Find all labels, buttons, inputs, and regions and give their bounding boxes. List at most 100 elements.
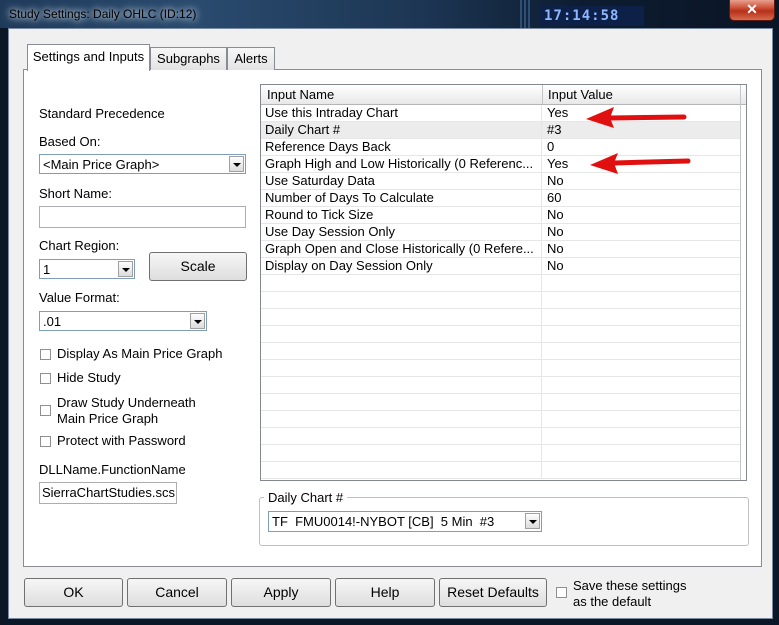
table-row <box>261 411 741 428</box>
hide-study-checkbox[interactable] <box>40 373 51 384</box>
dll-function-input[interactable]: SierraChartStudies.scs <box>39 482 177 504</box>
input-name-cell: Use this Intraday Chart <box>265 105 398 120</box>
annotation-arrow <box>590 153 691 174</box>
input-value-cell[interactable]: No <box>547 207 564 223</box>
table-row[interactable]: Graph Open and Close Historically (0 Ref… <box>261 241 741 258</box>
chevron-down-icon[interactable] <box>118 261 133 277</box>
input-name-cell: Display on Day Session Only <box>265 258 433 273</box>
table-row[interactable]: Round to Tick Size No <box>261 207 741 224</box>
daily-chart-select[interactable]: TF FMU0014!-NYBOT [CB] 5 Min #3 <box>268 511 542 532</box>
draw-study-underneath-checkbox[interactable] <box>40 405 51 416</box>
table-row[interactable]: Number of Days To Calculate 60 <box>261 190 741 207</box>
value-format-select[interactable]: .01 <box>39 311 207 331</box>
input-name-header[interactable]: Input Name <box>267 87 334 102</box>
cancel-button[interactable]: Cancel <box>127 578 227 607</box>
based-on-value: <Main Price Graph> <box>43 157 160 172</box>
table-row <box>261 428 741 445</box>
background-chart-stripes <box>520 0 532 28</box>
daily-chart-value: TF FMU0014!-NYBOT [CB] 5 Min #3 <box>272 514 495 529</box>
input-value-header[interactable]: Input Value <box>548 87 613 102</box>
arrow-shaft <box>607 114 687 121</box>
input-name-cell: Graph Open and Close Historically (0 Ref… <box>265 241 534 256</box>
cell-divider <box>541 394 542 411</box>
table-row <box>261 326 741 343</box>
inputs-grid[interactable]: Input Name Input Value Use this Intraday… <box>260 84 747 481</box>
based-on-select[interactable]: <Main Price Graph> <box>39 154 246 174</box>
cell-divider <box>541 173 542 190</box>
header-divider <box>740 85 741 104</box>
tab-alerts[interactable]: Alerts <box>227 47 275 70</box>
draw-study-underneath-label-line2: Main Price Graph <box>57 411 159 426</box>
cell-divider <box>541 105 542 122</box>
cell-divider <box>541 377 542 394</box>
cell-divider <box>541 360 542 377</box>
table-row <box>261 394 741 411</box>
window-title: Study Settings: Daily OHLC (ID:12) <box>9 7 197 21</box>
cell-divider <box>541 207 542 224</box>
arrow-head <box>586 107 614 128</box>
reset-defaults-button[interactable]: Reset Defaults <box>439 578 547 607</box>
chart-region-value: 1 <box>43 262 51 277</box>
draw-study-underneath-label: Draw Study Underneath <box>57 395 196 410</box>
tab-subgraphs[interactable]: Subgraphs <box>150 47 227 70</box>
display-as-main-price-graph-checkbox[interactable] <box>40 349 51 360</box>
cell-divider <box>541 428 542 445</box>
cell-divider <box>541 292 542 309</box>
cell-divider <box>541 343 542 360</box>
table-row <box>261 275 741 292</box>
short-name-input[interactable] <box>39 206 246 228</box>
input-value-cell[interactable]: 0 <box>547 139 554 155</box>
chevron-down-icon[interactable] <box>525 513 540 529</box>
input-value-cell[interactable]: #3 <box>547 122 561 138</box>
cell-divider <box>541 275 542 292</box>
cell-divider <box>541 258 542 275</box>
cell-divider <box>541 241 542 258</box>
chart-region-select[interactable]: 1 <box>39 259 135 279</box>
protect-with-password-checkbox[interactable] <box>40 436 51 447</box>
close-icon[interactable]: ✕ <box>746 1 758 17</box>
short-name-label: Short Name: <box>39 186 112 201</box>
input-value-cell[interactable]: No <box>547 258 564 274</box>
arrow-head <box>590 153 618 174</box>
help-button[interactable]: Help <box>335 578 435 607</box>
cell-divider <box>541 411 542 428</box>
input-name-cell: Graph High and Low Historically (0 Refer… <box>265 156 534 171</box>
table-row <box>261 343 741 360</box>
table-row <box>261 377 741 394</box>
apply-button[interactable]: Apply <box>231 578 331 607</box>
input-name-cell: Number of Days To Calculate <box>265 190 434 205</box>
table-row[interactable]: Use Day Session Only No <box>261 224 741 241</box>
cell-divider <box>541 122 542 139</box>
input-name-cell: Daily Chart # <box>265 122 341 137</box>
background-clock: 17:14:58 <box>540 6 644 26</box>
annotation-arrow <box>586 107 687 128</box>
input-value-cell[interactable]: 60 <box>547 190 561 206</box>
input-name-cell: Reference Days Back <box>265 139 391 154</box>
cell-divider <box>541 156 542 173</box>
value-format-label: Value Format: <box>39 290 120 305</box>
save-as-default-label-line2: as the default <box>573 594 652 609</box>
input-value-cell[interactable]: No <box>547 173 564 189</box>
table-row[interactable]: Display on Day Session Only No <box>261 258 741 275</box>
chevron-down-icon[interactable] <box>229 156 244 172</box>
dll-function-label: DLLName.FunctionName <box>39 462 186 477</box>
cell-divider <box>541 462 542 479</box>
input-value-cell[interactable]: No <box>547 241 564 257</box>
input-value-cell[interactable]: Yes <box>547 156 568 172</box>
cell-divider <box>541 224 542 241</box>
cell-divider <box>541 309 542 326</box>
table-row <box>261 445 741 462</box>
save-as-default-checkbox[interactable] <box>556 587 567 598</box>
value-format-value: .01 <box>43 314 62 329</box>
input-value-cell[interactable]: No <box>547 224 564 240</box>
chevron-down-icon[interactable] <box>190 313 205 329</box>
close-button[interactable]: ✕ <box>729 0 775 21</box>
input-value-cell[interactable]: Yes <box>547 105 568 121</box>
grid-right-edge <box>740 104 741 480</box>
display-as-main-price-graph-label: Display As Main Price Graph <box>57 346 223 361</box>
table-row <box>261 360 741 377</box>
scale-button[interactable]: Scale <box>149 252 247 281</box>
ok-button[interactable]: OK <box>24 578 123 607</box>
hide-study-label: Hide Study <box>57 370 121 385</box>
tab-settings-and-inputs[interactable]: Settings and Inputs <box>27 44 150 71</box>
